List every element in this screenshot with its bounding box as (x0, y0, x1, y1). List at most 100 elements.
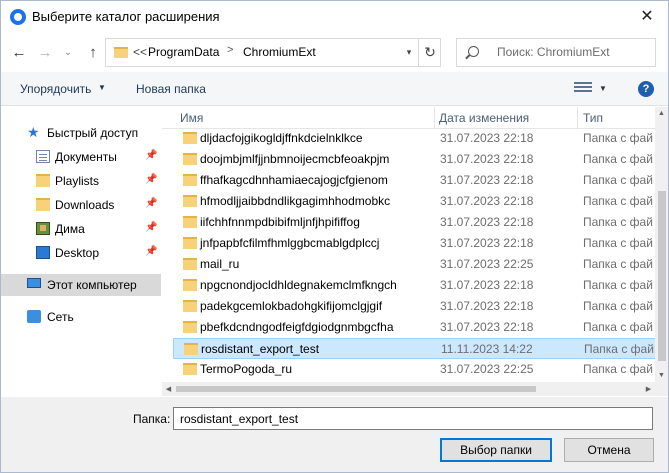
recent-locations-button[interactable]: ⌄ (61, 42, 75, 62)
file-date: 31.07.2023 22:18 (440, 320, 534, 334)
close-button[interactable]: ✕ (632, 3, 662, 29)
nav-item-label: Сеть (47, 310, 74, 324)
cancel-button[interactable]: Отмена (564, 438, 654, 462)
nav-item-playlists[interactable]: Playlists 📌 (1, 170, 161, 192)
nav-item-label: Дима (55, 222, 85, 236)
file-type: Папка с фай (583, 131, 653, 145)
refresh-button[interactable]: ↻ (418, 39, 441, 66)
breadcrumb-separator[interactable]: > (227, 44, 233, 56)
file-row[interactable]: iifchhfnnmpdbibifmljnfjhpififfog 31.07.2… (173, 212, 655, 233)
file-type: Папка с фай (584, 342, 654, 356)
column-header-date[interactable]: Дата изменения (439, 111, 529, 125)
file-list-header: ^ Имя Дата изменения Тип (162, 107, 655, 129)
file-row[interactable]: npgcnondjocldhldegnakemclmfkngch 31.07.2… (173, 275, 655, 296)
new-folder-button[interactable]: Новая папка (136, 82, 206, 96)
pin-icon: 📌 (145, 246, 158, 257)
file-type: Папка с фай (583, 194, 653, 208)
scrollbar-thumb[interactable] (176, 386, 536, 392)
breadcrumb-overflow[interactable]: << (133, 45, 147, 59)
breadcrumb-programdata[interactable]: ProgramData (148, 45, 219, 59)
folder-picker-dialog: Выберите каталог расширения ✕ ← → ⌄ ↑ <<… (0, 0, 669, 473)
forward-button[interactable]: → (35, 42, 55, 62)
folder-icon (183, 237, 197, 249)
folder-field-label: Папка: (133, 412, 171, 426)
file-name: npgcnondjocldhldegnakemclmfkngch (200, 278, 397, 292)
file-date: 31.07.2023 22:18 (440, 173, 534, 187)
nav-item-documents[interactable]: Документы 📌 (1, 146, 161, 168)
view-options-dropdown[interactable]: ▼ (599, 84, 607, 93)
file-row[interactable]: pbefkdcndngodfeigfdgiodgnmbgcfha 31.07.2… (173, 317, 655, 338)
file-name: dljdacfojgikogldjffnkdcielnklkce (200, 131, 363, 145)
vertical-scrollbar[interactable]: ▲ ▼ (655, 107, 668, 382)
navigation-pane: ★ Быстрый доступ Документы 📌 Playlists 📌… (1, 107, 161, 397)
arrow-right-icon: → (37, 43, 53, 61)
file-row[interactable]: ffhafkagcdhnhamiaecajogjcfgienom 31.07.2… (173, 170, 655, 191)
sort-ascending-icon: ^ (299, 107, 303, 111)
file-name: pbefkdcndngodfeigfdgiodgnmbgcfha (200, 320, 394, 334)
view-options-icon[interactable] (574, 82, 592, 96)
chevron-down-icon: ▼ (98, 83, 106, 92)
select-folder-button[interactable]: Выбор папки (440, 438, 552, 462)
file-row[interactable]: mail_ru 31.07.2023 22:25 Папка с фай (173, 254, 655, 275)
nav-item-desktop[interactable]: Desktop 📌 (1, 242, 161, 264)
nav-item-quick-access[interactable]: ★ Быстрый доступ (1, 122, 161, 144)
nav-item-network[interactable]: Сеть (1, 306, 161, 328)
address-dropdown-button[interactable]: ▾ (402, 39, 416, 66)
file-name: rosdistant_export_test (201, 342, 320, 356)
scroll-down-icon[interactable]: ▼ (655, 369, 668, 382)
folder-name-input[interactable] (173, 407, 653, 430)
file-row-selected[interactable]: rosdistant_export_test 11.11.2023 14:22 … (173, 338, 655, 359)
organize-menu-button[interactable]: Упорядочить (20, 82, 91, 96)
file-name: padekgcemlokbadohgkifijomclgjgif (200, 299, 383, 313)
file-row[interactable]: dljdacfojgikogldjffnkdcielnklkce 31.07.2… (173, 128, 655, 149)
file-date: 31.07.2023 22:18 (440, 278, 534, 292)
file-date: 31.07.2023 22:18 (440, 194, 534, 208)
folder-icon (183, 300, 197, 312)
nav-item-label: Быстрый доступ (47, 126, 139, 140)
file-row[interactable]: TermoPogoda_ru 31.07.2023 22:25 Папка с … (173, 359, 655, 380)
horizontal-scrollbar[interactable]: ◀ ▶ (162, 382, 655, 396)
scroll-left-icon[interactable]: ◀ (162, 382, 175, 396)
file-name: iifchhfnnmpdbibifmljnfjhpififfog (200, 215, 360, 229)
back-button[interactable]: ← (9, 42, 29, 62)
file-type: Папка с фай (583, 152, 653, 166)
file-row[interactable]: jnfpapbfcfilmfhmlggbcmablgdplccj 31.07.2… (173, 233, 655, 254)
title-bar: Выберите каталог расширения ✕ (1, 1, 668, 32)
breadcrumb-chromiumext[interactable]: ChromiumExt (243, 45, 316, 59)
column-header-name[interactable]: Имя (180, 111, 203, 125)
command-toolbar: Упорядочить ▼ Новая папка ▼ ? (1, 72, 668, 106)
search-box[interactable]: Поиск: ChromiumExt (456, 38, 656, 67)
nav-item-downloads[interactable]: Downloads 📌 (1, 194, 161, 216)
up-button[interactable]: ↑ (83, 42, 103, 62)
folder-icon (183, 321, 197, 333)
chevron-down-icon: ▾ (406, 47, 412, 57)
nav-item-label: Документы (55, 150, 117, 164)
star-icon: ★ (27, 124, 40, 140)
nav-item-dima[interactable]: Дима 📌 (1, 218, 161, 240)
column-divider[interactable] (577, 107, 578, 129)
scrollbar-thumb[interactable] (658, 191, 666, 361)
window-title: Выберите каталог расширения (32, 9, 220, 24)
folder-icon (36, 198, 50, 211)
folder-icon (183, 363, 197, 375)
search-placeholder: Поиск: ChromiumExt (497, 45, 610, 59)
scroll-up-icon[interactable]: ▲ (655, 107, 668, 120)
nav-item-this-pc[interactable]: Этот компьютер (1, 274, 161, 296)
column-header-type[interactable]: Тип (583, 111, 603, 125)
column-divider[interactable] (434, 107, 435, 129)
folder-icon (36, 174, 50, 187)
address-bar[interactable]: << ProgramData > ChromiumExt ▾ ↻ (105, 38, 441, 67)
file-date: 31.07.2023 22:25 (440, 257, 534, 271)
file-row[interactable]: doojmbjmlfjjnbmnoijecmcbfeoakpjm 31.07.2… (173, 149, 655, 170)
file-name: TermoPogoda_ru (200, 362, 293, 376)
file-row[interactable]: padekgcemlokbadohgkifijomclgjgif 31.07.2… (173, 296, 655, 317)
file-list: ^ Имя Дата изменения Тип dljdacfojgikogl… (162, 107, 655, 382)
pin-icon: 📌 (145, 174, 158, 185)
scroll-right-icon[interactable]: ▶ (642, 382, 655, 396)
help-icon[interactable]: ? (638, 81, 654, 97)
dialog-footer: Папка: Выбор папки Отмена (1, 397, 668, 472)
file-row[interactable]: hfmodljjaibbdndlikgagimhhodmobkc 31.07.2… (173, 191, 655, 212)
search-icon (468, 46, 479, 57)
file-type: Папка с фай (583, 320, 653, 334)
computer-icon (27, 278, 41, 288)
